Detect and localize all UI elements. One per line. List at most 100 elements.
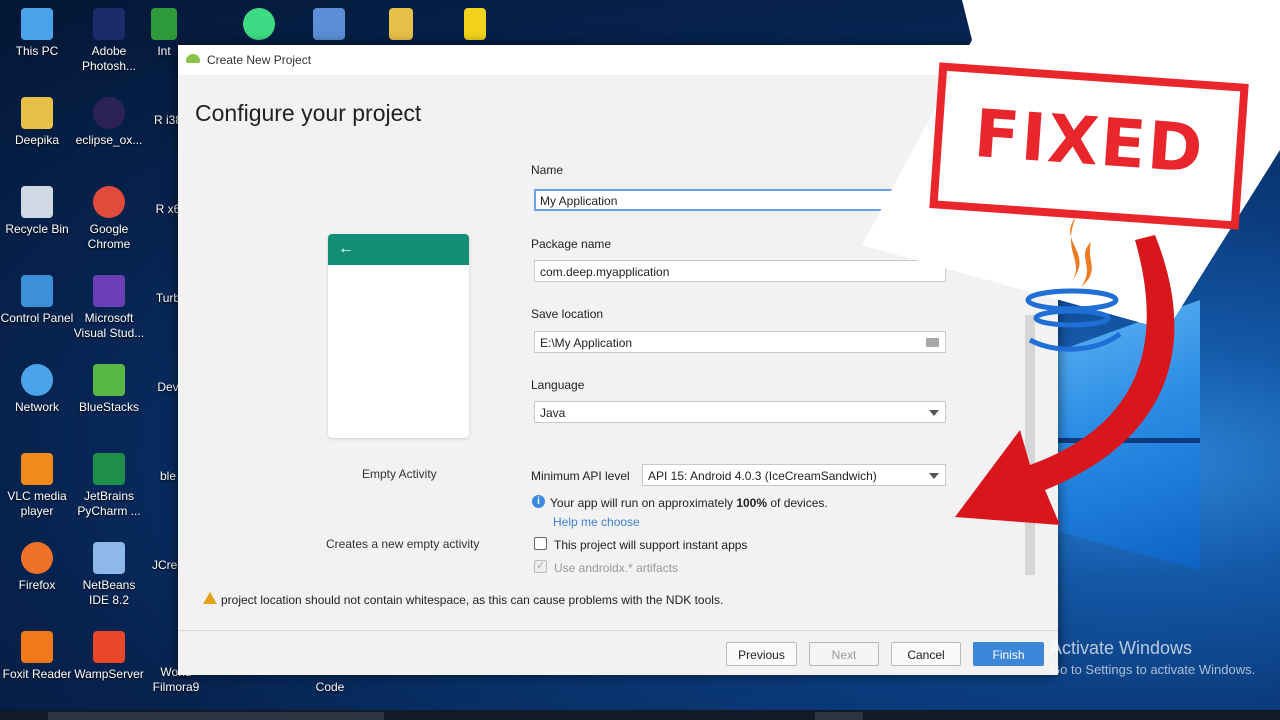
desktop-icon-network[interactable]: Network [0, 364, 74, 415]
page-title: Configure your project [195, 100, 422, 126]
next-button[interactable]: Next [809, 642, 879, 666]
control-panel-icon [21, 275, 53, 307]
window-app-icon [313, 8, 345, 40]
preview-app-bar: ← [328, 234, 469, 265]
footer-divider [178, 630, 1058, 631]
desktop-icon-label: Dev [157, 380, 179, 394]
info-icon: i [532, 495, 545, 508]
whitespace-warning: project location should not contain whit… [221, 593, 724, 607]
android-icon [186, 54, 200, 63]
desktop-icon-photoshop[interactable]: Adobe Photosh... [72, 8, 146, 74]
language-select[interactable]: Java [534, 401, 946, 423]
desktop-icon-label: VLC media player [7, 489, 67, 518]
finish-button[interactable]: Finish [973, 642, 1044, 666]
desktop-icon-top[interactable] [222, 8, 296, 44]
desktop-icon-control-panel[interactable]: Control Panel [0, 275, 74, 326]
desktop-icon-label: WampServer [74, 667, 144, 681]
language-label: Language [531, 378, 585, 392]
min-api-value: API 15: Android 4.0.3 (IceCreamSandwich) [648, 469, 877, 483]
androidx-checkbox: ✓ [534, 560, 547, 573]
firefox-icon [21, 542, 53, 574]
desktop-icon-label: Adobe Photosh... [81, 44, 137, 73]
desktop-icon-label: JetBrains PyCharm ... [77, 489, 141, 518]
dialog-titlebar[interactable]: Create New Project [178, 45, 1058, 75]
help-icon [464, 8, 486, 40]
desktop-icon-foxit[interactable]: Foxit Reader [0, 631, 74, 682]
save-location-input[interactable]: E:\My Application [534, 331, 946, 353]
bluestacks-icon [93, 364, 125, 396]
android-studio-icon [243, 8, 275, 40]
folder-browse-icon[interactable] [926, 338, 939, 347]
language-value: Java [540, 406, 566, 420]
desktop-icon-vlc[interactable]: VLC media player [0, 453, 74, 519]
desktop-icon-label: Network [14, 400, 59, 414]
recycle-bin-icon [21, 186, 53, 218]
computer-icon [21, 8, 53, 40]
desktop-icon-eclipse[interactable]: eclipse_ox... [72, 97, 146, 148]
desktop-icon-label: Google Chrome [87, 222, 131, 251]
red-arrow-icon [955, 235, 1175, 525]
name-label: Name [531, 163, 564, 177]
desktop-icon-label: NetBeans IDE 8.2 [82, 578, 136, 607]
desktop-icon-wampserver[interactable]: WampServer [72, 631, 146, 682]
desktop-icon-label: Microsoft Visual Stud... [73, 311, 145, 340]
warning-icon [203, 592, 217, 604]
network-icon [21, 364, 53, 396]
download-icon [151, 8, 177, 40]
package-name-input[interactable]: com.deep.myapplication [534, 260, 946, 282]
pycharm-icon [93, 453, 125, 485]
desktop-icon-label: Recycle Bin [5, 222, 69, 236]
desktop-icon-label: BlueStacks [78, 400, 140, 414]
user-folder-icon [21, 97, 53, 129]
photoshop-icon [93, 8, 125, 40]
netbeans-icon [93, 542, 125, 574]
min-api-select[interactable]: API 15: Android 4.0.3 (IceCreamSandwich) [642, 464, 946, 486]
androidx-label: Use androidx.* artifacts [554, 561, 679, 575]
stamp-text: FIXED [971, 95, 1207, 188]
taskbar-button[interactable] [48, 712, 384, 720]
min-api-label: Minimum API level [531, 469, 630, 483]
fixed-stamp: FIXED [929, 62, 1249, 230]
instant-apps-checkbox[interactable] [534, 537, 547, 550]
package-name-label: Package name [531, 237, 612, 251]
coverage-prefix: Your app will run on approximately [550, 496, 737, 510]
desktop-icon-top[interactable] [364, 8, 438, 44]
desktop-icon-netbeans[interactable]: NetBeans IDE 8.2 [72, 542, 146, 608]
desktop-icon-label: Int [157, 44, 171, 58]
wampserver-icon [93, 631, 125, 663]
desktop-icon-chrome[interactable]: Google Chrome [72, 186, 146, 252]
cancel-button[interactable]: Cancel [891, 642, 961, 666]
template-name: Empty Activity [362, 467, 437, 481]
save-location-value: E:\My Application [540, 336, 633, 350]
desktop-icon-code[interactable]: Code [300, 680, 360, 695]
desktop-icon-firefox[interactable]: Firefox [0, 542, 74, 593]
desktop-icon-this-pc[interactable]: This PC [0, 8, 74, 59]
folder-icon [389, 8, 413, 40]
instant-apps-label: This project will support instant apps [554, 538, 748, 552]
desktop-icon-recycle-bin[interactable]: Recycle Bin [0, 186, 74, 237]
foxit-reader-icon [21, 631, 53, 663]
desktop-icon-pycharm[interactable]: JetBrains PyCharm ... [72, 453, 146, 519]
checkmark-icon: ✓ [536, 560, 546, 572]
desktop-icon-deepika[interactable]: Deepika [0, 97, 74, 148]
desktop-icon-label: Turb [155, 291, 181, 305]
device-coverage-text: Your app will run on approximately 100% … [550, 496, 828, 510]
desktop-icon-label: Deepika [14, 133, 60, 147]
chrome-icon [93, 186, 125, 218]
help-me-choose-link[interactable]: Help me choose [553, 515, 640, 529]
desktop-icon-label: Foxit Reader [2, 667, 72, 681]
template-description: Creates a new empty activity [326, 537, 480, 551]
desktop-icon-top[interactable] [292, 8, 366, 44]
previous-button[interactable]: Previous [726, 642, 797, 666]
desktop-icon-visual-studio[interactable]: Microsoft Visual Stud... [72, 275, 146, 341]
taskbar-button[interactable] [815, 712, 863, 720]
desktop-icon-label: R x6 [155, 202, 181, 216]
eclipse-icon [93, 97, 125, 129]
desktop-icon-label: Code [315, 680, 345, 694]
desktop-icon-bluestacks[interactable]: BlueStacks [72, 364, 146, 415]
activity-preview: ← [328, 234, 469, 438]
desktop-icon-top[interactable] [438, 8, 512, 44]
vlc-cone-icon [21, 453, 53, 485]
chevron-down-icon [929, 473, 939, 479]
visual-studio-icon [93, 275, 125, 307]
